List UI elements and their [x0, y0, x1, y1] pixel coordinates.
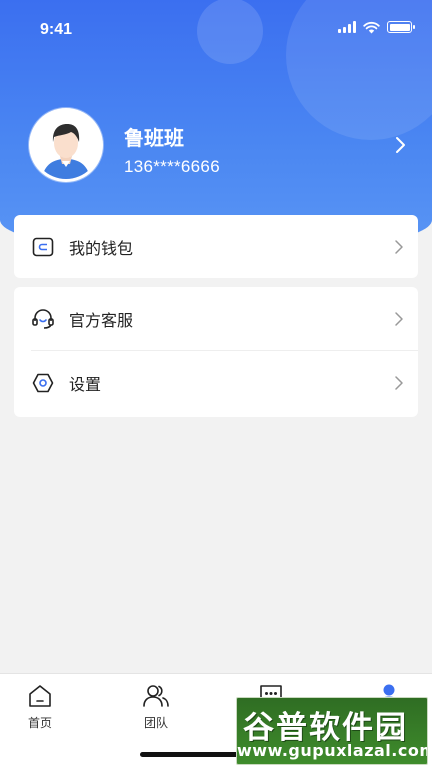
tab-team[interactable]: 团队	[116, 682, 196, 742]
watermark: 谷普软件园 www.gupuxlazal.com	[236, 697, 428, 765]
tab-label: 团队	[143, 716, 168, 730]
gear-icon	[31, 371, 55, 395]
avatar[interactable]	[29, 108, 103, 182]
user-phone: 136****6666	[124, 157, 220, 176]
wallet-icon	[31, 235, 55, 259]
menu-item-label: 设置	[69, 377, 102, 394]
chevron-right-icon	[395, 376, 403, 390]
headset-icon	[31, 307, 55, 331]
home-icon	[26, 682, 54, 710]
chevron-right-icon	[395, 312, 403, 326]
chevron-right-icon[interactable]	[394, 135, 408, 155]
status-icons	[338, 19, 415, 35]
status-bar: 9:41	[0, 0, 432, 56]
menu-item-label: 我的钱包	[69, 241, 134, 258]
avatar-person-icon	[32, 111, 100, 179]
battery-icon	[387, 21, 415, 33]
menu-item-label: 官方客服	[69, 313, 134, 330]
team-icon	[142, 682, 170, 710]
watermark-url: www.gupuxlazal.com	[237, 741, 428, 760]
tab-home[interactable]: 首页	[0, 682, 80, 742]
chevron-right-icon	[395, 240, 403, 254]
menu-item-wallet[interactable]: 我的钱包	[14, 215, 418, 279]
profile-section[interactable]: 鲁班班 136****6666	[0, 108, 432, 184]
tab-label: 首页	[27, 716, 52, 730]
wifi-icon	[363, 21, 380, 33]
menu-item-service[interactable]: 官方客服	[14, 287, 418, 351]
status-time: 9:41	[40, 21, 73, 38]
service-card: 官方客服 设置	[14, 287, 418, 417]
menu-item-settings[interactable]: 设置	[14, 351, 418, 415]
cellular-signal-icon	[338, 21, 356, 33]
user-name: 鲁班班	[124, 128, 184, 150]
wallet-card: 我的钱包	[14, 215, 418, 278]
